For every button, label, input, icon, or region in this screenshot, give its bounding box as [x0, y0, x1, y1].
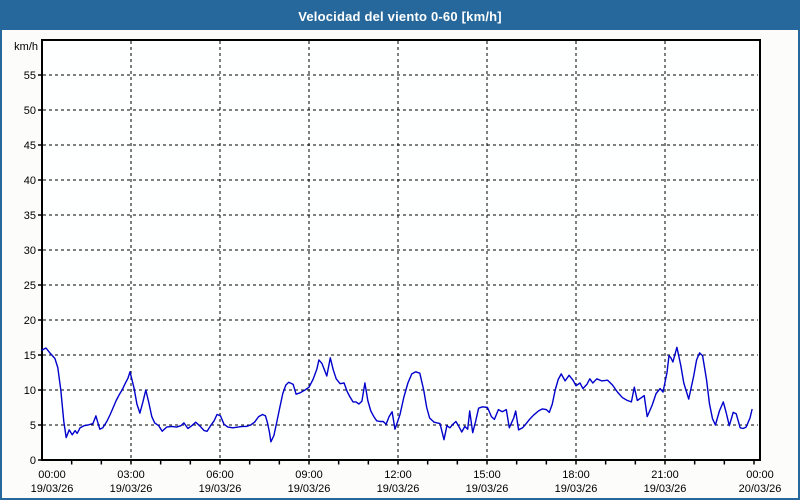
y-tick-label: 0 [30, 455, 36, 467]
x-tick-date-label: 19/03/26 [288, 483, 331, 495]
plot-background [42, 40, 760, 460]
y-axis-unit-label: km/h [14, 41, 38, 53]
wind-speed-chart-window: Velocidad del viento 0-60 [km/h] 0 5 10 15 2… [0, 0, 800, 500]
x-tick-date-label: 20/03/26 [739, 483, 782, 495]
x-tick-date-label: 19/03/26 [31, 483, 74, 495]
y-tick-label: 30 [24, 245, 36, 257]
title-bar: Velocidad del viento 0-60 [km/h] [2, 2, 798, 30]
y-tick-label: 10 [24, 385, 36, 397]
y-tick-label: 40 [24, 175, 36, 187]
y-tick-label: 25 [24, 280, 36, 292]
x-tick-date-label: 19/03/26 [377, 483, 420, 495]
y-tick-label: 35 [24, 210, 36, 222]
x-tick-date-label: 19/03/26 [466, 483, 509, 495]
y-tick-label: 5 [30, 420, 36, 432]
x-tick-date-label: 19/03/26 [644, 483, 687, 495]
y-tick-label: 20 [24, 315, 36, 327]
x-tick-date-label: 19/03/26 [555, 483, 598, 495]
x-tick-time-label: 18:00 [562, 469, 590, 481]
chart-area: 0 5 10 15 20 25 30 35 40 45 50 55 km/h 00:00 19/03/26 0… [2, 30, 798, 498]
x-tick-time-label: 03:00 [117, 469, 145, 481]
chart-title: Velocidad del viento 0-60 [km/h] [298, 8, 502, 24]
x-tick-time-label: 00:00 [746, 469, 774, 481]
x-tick-time-label: 00:00 [38, 469, 66, 481]
y-tick-label: 55 [24, 70, 36, 82]
y-tick-label: 15 [24, 350, 36, 362]
y-tick-label: 50 [24, 105, 36, 117]
x-tick-time-label: 09:00 [295, 469, 323, 481]
x-tick-time-label: 06:00 [206, 469, 234, 481]
x-tick-date-label: 19/03/26 [199, 483, 242, 495]
x-tick-time-label: 15:00 [473, 469, 501, 481]
x-tick-date-label: 19/03/26 [110, 483, 153, 495]
y-tick-label: 45 [24, 140, 36, 152]
wind-speed-chart: 0 5 10 15 20 25 30 35 40 45 50 55 km/h 00:00 19/03/26 0… [14, 39, 782, 495]
x-tick-time-label: 12:00 [384, 469, 412, 481]
x-tick-time-label: 21:00 [651, 469, 679, 481]
